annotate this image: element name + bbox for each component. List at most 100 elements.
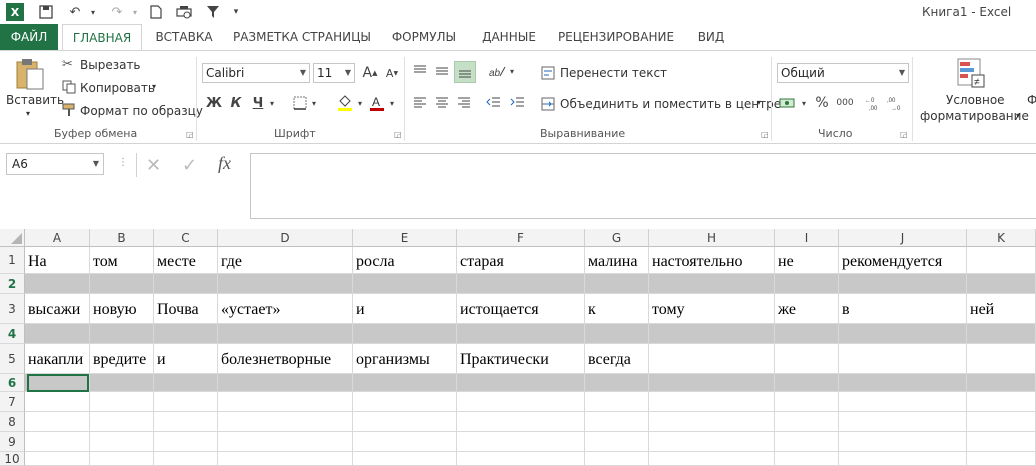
cell-a5[interactable]: накапли: [25, 344, 90, 374]
row-header-2[interactable]: 2: [0, 274, 25, 294]
cell-g8[interactable]: [585, 412, 649, 432]
cell-c9[interactable]: [154, 432, 218, 452]
bold-button[interactable]: Ж: [206, 93, 222, 113]
tab-data[interactable]: ДАННЫЕ: [474, 24, 544, 50]
row-header-1[interactable]: 1: [0, 247, 25, 274]
cell-g7[interactable]: [585, 392, 649, 412]
fill-color-icon[interactable]: [336, 93, 354, 113]
cell-i10[interactable]: [775, 452, 839, 466]
redo-dropdown-icon[interactable]: ▾: [130, 3, 140, 21]
cell-j10[interactable]: [839, 452, 967, 466]
column-header-f[interactable]: F: [457, 229, 585, 247]
cell-e6[interactable]: [353, 374, 457, 392]
cell-i7[interactable]: [775, 392, 839, 412]
cell-h10[interactable]: [649, 452, 775, 466]
cell-g2[interactable]: [585, 274, 649, 294]
paste-icon[interactable]: [14, 57, 46, 91]
cell-k7[interactable]: [967, 392, 1036, 412]
cell-h3[interactable]: тому: [649, 294, 775, 324]
cut-button[interactable]: Вырезать: [80, 58, 141, 72]
cell-g10[interactable]: [585, 452, 649, 466]
cell-h8[interactable]: [649, 412, 775, 432]
column-header-i[interactable]: I: [775, 229, 839, 247]
cell-e2[interactable]: [353, 274, 457, 294]
font-color-dropdown-icon[interactable]: ▾: [388, 93, 396, 113]
cell-d2[interactable]: [218, 274, 353, 294]
cell-c1[interactable]: месте: [154, 247, 218, 274]
cell-j9[interactable]: [839, 432, 967, 452]
cell-f10[interactable]: [457, 452, 585, 466]
orientation-icon[interactable]: ab: [486, 61, 508, 81]
cell-i2[interactable]: [775, 274, 839, 294]
cell-c3[interactable]: Почва: [154, 294, 218, 324]
cell-d9[interactable]: [218, 432, 353, 452]
cell-b3[interactable]: новую: [90, 294, 154, 324]
cell-j7[interactable]: [839, 392, 967, 412]
cell-i9[interactable]: [775, 432, 839, 452]
conditional-formatting-label-2[interactable]: форматирование: [920, 109, 1029, 123]
conditional-formatting-label-1[interactable]: Условное: [946, 93, 1005, 107]
cell-d8[interactable]: [218, 412, 353, 432]
font-color-icon[interactable]: A: [368, 93, 386, 113]
cell-g1[interactable]: малина: [585, 247, 649, 274]
tab-view[interactable]: ВИД: [688, 24, 734, 50]
align-right-icon[interactable]: [454, 93, 474, 113]
column-header-a[interactable]: A: [25, 229, 90, 247]
cell-j8[interactable]: [839, 412, 967, 432]
cell-f8[interactable]: [457, 412, 585, 432]
cell-e5[interactable]: организмы: [353, 344, 457, 374]
cell-f4[interactable]: [457, 324, 585, 344]
paste-button[interactable]: Вставить: [6, 93, 64, 107]
cell-k4[interactable]: [967, 324, 1036, 344]
cell-b1[interactable]: том: [90, 247, 154, 274]
column-header-b[interactable]: B: [90, 229, 154, 247]
row-header-7[interactable]: 7: [0, 392, 25, 412]
cell-f2[interactable]: [457, 274, 585, 294]
align-top-icon[interactable]: [410, 61, 430, 81]
formula-input[interactable]: [250, 153, 1036, 219]
worksheet-grid[interactable]: ABCDEFGHIJK 1 На том месте где росла старая мал…: [0, 229, 1036, 466]
cell-i6[interactable]: [775, 374, 839, 392]
cell-g4[interactable]: [585, 324, 649, 344]
cell-d7[interactable]: [218, 392, 353, 412]
column-header-c[interactable]: C: [154, 229, 218, 247]
decrease-decimal-icon[interactable]: ,00 →0: [886, 93, 906, 113]
cell-g9[interactable]: [585, 432, 649, 452]
save-icon[interactable]: [36, 3, 56, 21]
underline-button[interactable]: Ч: [250, 93, 266, 113]
cell-c7[interactable]: [154, 392, 218, 412]
cell-a8[interactable]: [25, 412, 90, 432]
cell-a2[interactable]: [25, 274, 90, 294]
underline-dropdown-icon[interactable]: ▾: [268, 93, 276, 113]
customize-qa-icon[interactable]: ▾: [230, 3, 242, 21]
new-file-icon[interactable]: [148, 3, 164, 21]
row-header-10[interactable]: 10: [0, 452, 25, 466]
number-launcher-icon[interactable]: ◲: [900, 130, 908, 139]
cell-c8[interactable]: [154, 412, 218, 432]
cell-e8[interactable]: [353, 412, 457, 432]
row-header-3[interactable]: 3: [0, 294, 25, 324]
tab-home[interactable]: ГЛАВНАЯ: [62, 24, 142, 50]
cell-c2[interactable]: [154, 274, 218, 294]
cell-h5[interactable]: [649, 344, 775, 374]
cell-k9[interactable]: [967, 432, 1036, 452]
cell-a9[interactable]: [25, 432, 90, 452]
cell-a10[interactable]: [25, 452, 90, 466]
cell-b6[interactable]: [90, 374, 154, 392]
cell-e3[interactable]: и: [353, 294, 457, 324]
cell-g5[interactable]: всегда: [585, 344, 649, 374]
align-center-icon[interactable]: [432, 93, 452, 113]
percent-button[interactable]: %: [814, 93, 830, 113]
column-header-j[interactable]: J: [839, 229, 967, 247]
wrap-text-button[interactable]: Перенести текст: [560, 66, 667, 80]
cell-h7[interactable]: [649, 392, 775, 412]
cell-b2[interactable]: [90, 274, 154, 294]
merge-dropdown-icon[interactable]: ▾: [757, 98, 761, 107]
cell-j3[interactable]: в: [839, 294, 967, 324]
cell-i8[interactable]: [775, 412, 839, 432]
font-name-select[interactable]: Calibri ▼: [202, 63, 310, 83]
column-header-k[interactable]: K: [967, 229, 1036, 247]
cancel-entry-icon[interactable]: ✕: [146, 155, 161, 176]
cell-g6[interactable]: [585, 374, 649, 392]
cell-d5[interactable]: болезнетворные: [218, 344, 353, 374]
